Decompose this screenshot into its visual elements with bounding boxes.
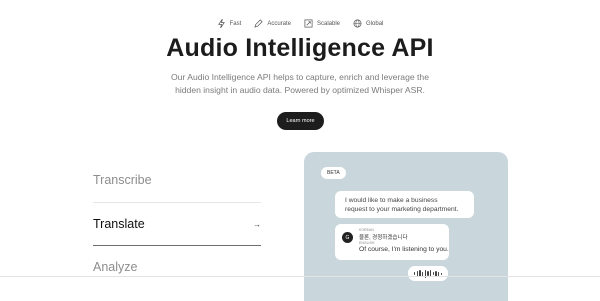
feature-accurate: Accurate bbox=[254, 19, 291, 28]
globe-icon bbox=[353, 19, 362, 28]
feature-label: Global bbox=[366, 20, 384, 27]
avatar: G bbox=[342, 232, 353, 243]
menu-item-analyze[interactable]: Analyze bbox=[93, 246, 261, 290]
demo-panel: BETA I would like to make a business req… bbox=[304, 152, 508, 301]
feature-scalable: Scalable bbox=[304, 19, 340, 28]
menu-item-transcribe[interactable]: Transcribe bbox=[93, 158, 261, 202]
source-language-label: KOREAN bbox=[359, 228, 374, 232]
arrow-right-icon: → bbox=[253, 219, 261, 229]
menu-item-label: Analyze bbox=[93, 260, 138, 274]
scale-icon bbox=[304, 19, 313, 28]
pen-icon bbox=[254, 19, 263, 28]
menu-item-label: Translate bbox=[93, 217, 145, 231]
description-line: hidden insight in audio data. Powered by… bbox=[175, 85, 425, 95]
translated-text: Of course, I'm listening to you. bbox=[359, 246, 449, 253]
message-line: request to your marketing department. bbox=[345, 206, 459, 213]
beta-badge: BETA bbox=[321, 167, 346, 179]
feature-label: Scalable bbox=[317, 20, 341, 27]
message-line: I would like to make a business bbox=[345, 197, 438, 204]
feature-menu: Transcribe Translate → Analyze bbox=[93, 158, 261, 290]
audio-waveform-icon bbox=[408, 266, 448, 281]
target-language-label: ENGLISH bbox=[359, 241, 375, 245]
feature-fast: Fast bbox=[217, 19, 242, 28]
hero-description: Our Audio Intelligence API helps to capt… bbox=[0, 71, 600, 97]
page-title: Audio Intelligence API bbox=[166, 34, 434, 62]
description-line: Our Audio Intelligence API helps to capt… bbox=[171, 72, 429, 82]
menu-item-translate[interactable]: Translate → bbox=[93, 202, 261, 246]
feature-global: Global bbox=[353, 19, 383, 28]
lightning-icon bbox=[217, 19, 225, 28]
source-text: 물론, 경청하겠습니다 bbox=[359, 235, 408, 241]
feature-label: Accurate bbox=[267, 20, 291, 27]
feature-list: Fast Accurate Scalable Global bbox=[0, 19, 600, 28]
feature-label: Fast bbox=[229, 20, 242, 27]
learn-more-button[interactable]: Learn more bbox=[277, 112, 324, 130]
user-message-bubble: I would like to make a business request … bbox=[335, 191, 474, 218]
divider bbox=[0, 276, 600, 277]
menu-item-label: Transcribe bbox=[93, 173, 152, 187]
translation-bubble: G KOREAN 물론, 경청하겠습니다 ENGLISH Of course, … bbox=[335, 224, 449, 260]
